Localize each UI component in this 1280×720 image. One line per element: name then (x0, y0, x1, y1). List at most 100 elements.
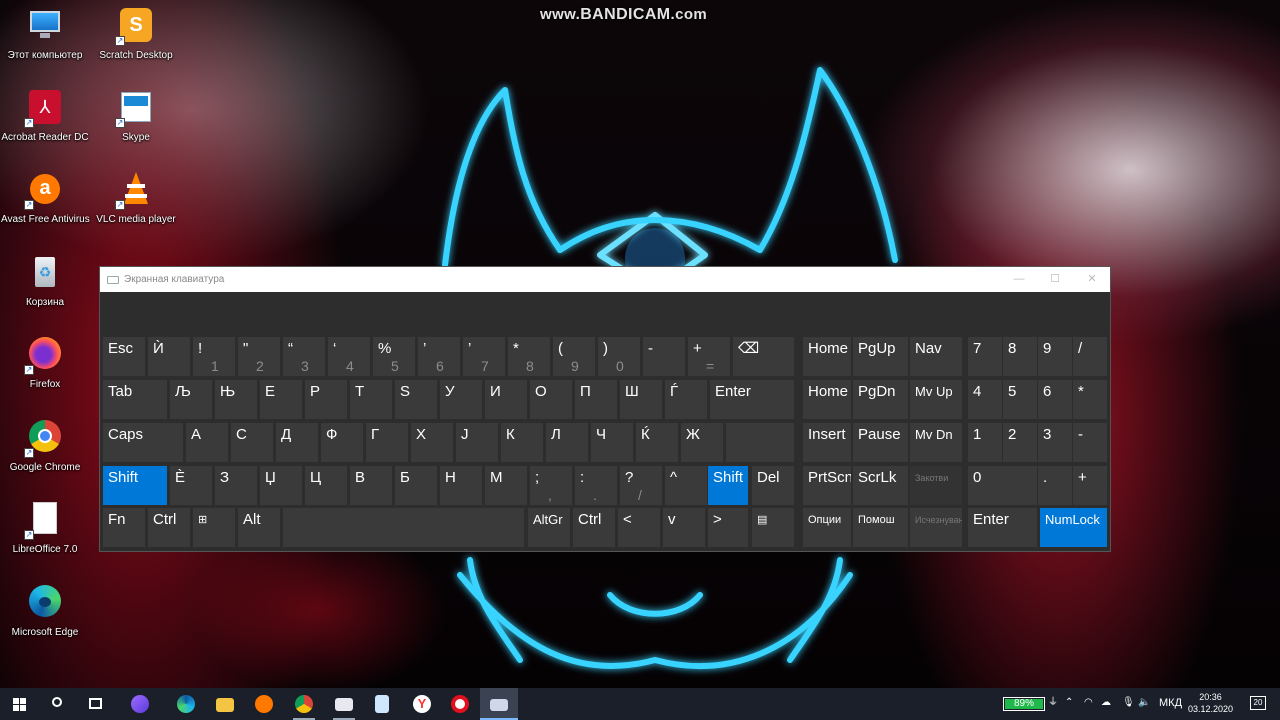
key-ctrl-left[interactable]: Ctrl (148, 508, 190, 547)
key-r1-3[interactable]: " 2 (238, 337, 280, 376)
chevron-up-icon[interactable]: ⌃ (1065, 696, 1073, 710)
taskbar-app-explorer[interactable] (206, 688, 244, 720)
key-space[interactable] (283, 508, 524, 547)
notifications-button[interactable]: 20 (1250, 696, 1266, 710)
key-nav-3-0[interactable]: PrtScn (803, 466, 851, 505)
maximize-button[interactable]: ☐ (1037, 267, 1073, 292)
key-r1-8[interactable]: ’ 7 (463, 337, 505, 376)
language-indicator[interactable]: МКД (1159, 696, 1182, 710)
desktop-icon-avast[interactable]: a ↗ Avast Free Antivirus (1, 172, 90, 250)
search-button[interactable] (38, 688, 76, 720)
key-r2-4[interactable]: Р (305, 380, 347, 419)
taskbar-app-recorder[interactable] (441, 688, 479, 720)
key-arrow-right[interactable]: > (708, 508, 748, 547)
key-arrow-down[interactable]: v (663, 508, 705, 547)
start-button[interactable] (0, 688, 38, 720)
key-caps[interactable]: Caps (103, 423, 183, 462)
desktop-icon-firefox[interactable]: ↗ Firefox (1, 337, 89, 415)
key-r1-7[interactable]: ’ 6 (418, 337, 460, 376)
key-r2-5[interactable]: Т (350, 380, 392, 419)
key-r3-1[interactable]: А (186, 423, 228, 462)
key-r2-8[interactable]: И (485, 380, 527, 419)
key-numpad-plus[interactable]: + (1073, 466, 1107, 505)
key-numlock[interactable]: NumLock (1040, 508, 1107, 547)
key-r2-3[interactable]: Е (260, 380, 302, 419)
desktop-icon-acrobat[interactable]: ⅄ ↗ Acrobat Reader DC (1, 90, 89, 168)
key-r4-8[interactable]: М (485, 466, 527, 505)
key-r4-2[interactable]: З (215, 466, 257, 505)
key-r3-5[interactable]: Г (366, 423, 408, 462)
key-arrow-up[interactable]: ^ (665, 466, 707, 505)
desktop-icon-recycle-bin[interactable]: ♻ Корзина (1, 255, 89, 333)
key-numpad-dot[interactable]: . (1038, 466, 1072, 505)
key-nav-0-0[interactable]: Home (803, 337, 851, 376)
clock[interactable]: 20:36 03.12.2020 (1188, 691, 1233, 715)
key-r2-1[interactable]: Љ (170, 380, 212, 419)
key-numpad-0[interactable]: 0 (968, 466, 1037, 505)
minimize-button[interactable]: — (1001, 267, 1037, 292)
key-r1-4[interactable]: “3 (283, 337, 325, 376)
desktop-icon-edge[interactable]: Microsoft Edge (1, 585, 89, 663)
key-r3-7[interactable]: Ј (456, 423, 498, 462)
taskbar-app-osk[interactable] (480, 688, 518, 720)
key-r1-10[interactable]: (9 (553, 337, 595, 376)
key-r4-10[interactable]: :. (575, 466, 617, 505)
key-nav-1-2[interactable]: Mv Up (910, 380, 962, 419)
taskbar-app-notepad[interactable] (363, 688, 401, 720)
key-r3-11[interactable]: Ќ (636, 423, 678, 462)
key-arrow-left[interactable]: < (618, 508, 660, 547)
taskbar-app-avast[interactable] (245, 688, 283, 720)
cloud-icon[interactable]: ☁ (1101, 696, 1111, 710)
desktop-icon-vlc[interactable]: ↗ VLC media player (92, 172, 180, 250)
key-nav-4-2[interactable]: Исчезнување (910, 508, 962, 547)
key-numpad-1-0[interactable]: 4 (968, 380, 1002, 419)
key-r2-6[interactable]: Ѕ (395, 380, 437, 419)
desktop-icon-skype[interactable]: ↗ Skype (92, 90, 180, 168)
key-numpad-1-2[interactable]: 6 (1038, 380, 1072, 419)
key-numpad-2-0[interactable]: 1 (968, 423, 1002, 462)
key-alt[interactable]: Alt (238, 508, 280, 547)
key-esc[interactable]: Esc (103, 337, 145, 376)
key-numpad-1-3[interactable]: * (1073, 380, 1107, 419)
key-nav-0-2[interactable]: Nav (910, 337, 962, 376)
key-r1-13[interactable]: + = (688, 337, 730, 376)
key-nav-3-2[interactable]: Закотви (910, 466, 962, 505)
window-title-bar[interactable]: Экранная клавиатура — ☐ ✕ (100, 267, 1110, 292)
microphone-icon[interactable]: 🎙 (1122, 696, 1135, 710)
key-nav-4-0[interactable]: Опции (803, 508, 851, 547)
key-r2-7[interactable]: У (440, 380, 482, 419)
key-enter[interactable]: Enter (710, 380, 794, 419)
desktop-icon-chrome[interactable]: ↗ Google Chrome (1, 420, 89, 498)
key-enter-lower[interactable] (726, 423, 794, 462)
desktop-icon-scratch[interactable]: S ↗ Scratch Desktop (92, 8, 180, 86)
key-r4-6[interactable]: Б (395, 466, 437, 505)
key-r3-8[interactable]: К (501, 423, 543, 462)
battery-indicator[interactable]: 89% (1003, 697, 1045, 711)
taskbar-app-alice[interactable] (121, 688, 159, 720)
key-nav-3-1[interactable]: ScrLk (853, 466, 908, 505)
key-backspace[interactable]: ⌫ (733, 337, 794, 376)
key-delete[interactable]: Del (752, 466, 794, 505)
taskbar-app-chrome[interactable] (285, 688, 323, 720)
key-numpad-2-1[interactable]: 2 (1003, 423, 1037, 462)
key-r4-4[interactable]: Ц (305, 466, 347, 505)
key-shift-right[interactable]: Shift (708, 466, 748, 505)
key-nav-2-0[interactable]: Insert (803, 423, 851, 462)
key-ctrl-right[interactable]: Ctrl (573, 508, 615, 547)
key-shift-left[interactable]: Shift (103, 466, 167, 505)
task-view-button[interactable] (76, 688, 114, 720)
key-r1-6[interactable]: % 5 (373, 337, 415, 376)
volume-icon[interactable]: 🔈 (1138, 696, 1150, 710)
key-r3-2[interactable]: С (231, 423, 273, 462)
key-r3-3[interactable]: Д (276, 423, 318, 462)
key-altgr[interactable]: AltGr (528, 508, 570, 547)
desktop-icon-libreoffice[interactable]: ↗ LibreOffice 7.0 (1, 502, 89, 580)
key-nav-2-1[interactable]: Pause (853, 423, 908, 462)
key-r4-9[interactable]: ;, (530, 466, 572, 505)
key-numpad-2-3[interactable]: - (1073, 423, 1107, 462)
key-r1-5[interactable]: ‘4 (328, 337, 370, 376)
key-numpad-1-1[interactable]: 5 (1003, 380, 1037, 419)
key-tab[interactable]: Tab (103, 380, 167, 419)
key-windows[interactable]: ⊞ (193, 508, 235, 547)
key-r3-9[interactable]: Л (546, 423, 588, 462)
